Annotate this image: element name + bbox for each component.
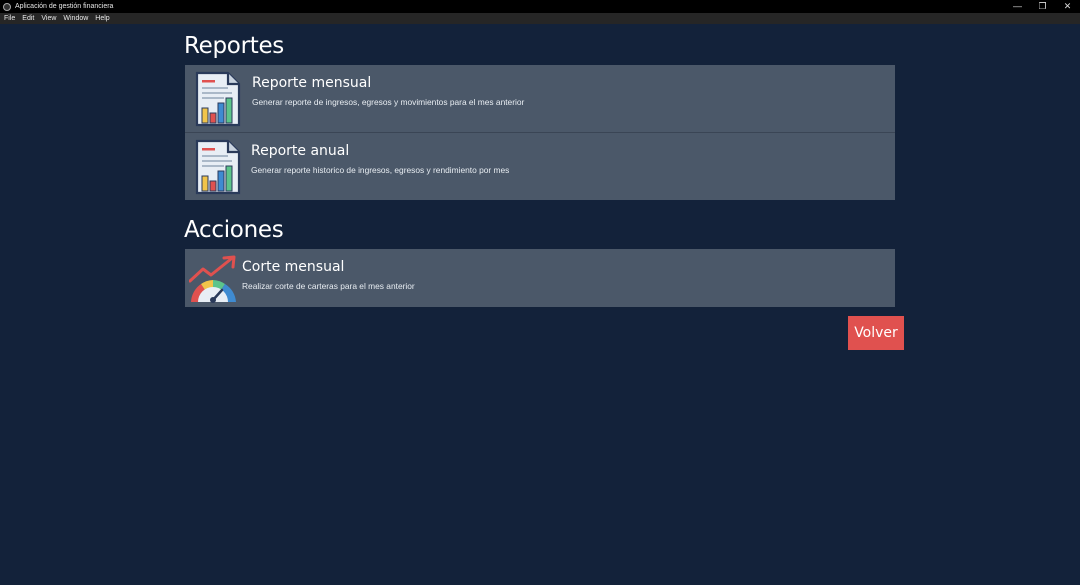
card-description: Generar reporte de ingresos, egresos y m… xyxy=(252,97,525,107)
report-document-icon xyxy=(195,139,241,195)
card-description: Realizar corte de carteras para el mes a… xyxy=(242,281,415,291)
reporte-mensual-card[interactable]: Reporte mensual Generar reporte de ingre… xyxy=(185,65,895,132)
acciones-heading: Acciones xyxy=(184,217,284,243)
menu-bar: File Edit View Window Help xyxy=(0,13,1080,24)
menu-edit[interactable]: Edit xyxy=(22,15,34,22)
minimize-button[interactable]: — xyxy=(1005,0,1030,13)
card-title: Corte mensual xyxy=(242,259,345,275)
window-controls: — ❐ ✕ xyxy=(1005,0,1080,13)
card-description: Generar reporte historico de ingresos, e… xyxy=(251,165,510,175)
restore-button[interactable]: ❐ xyxy=(1030,0,1055,13)
trend-gauge-icon xyxy=(189,255,236,303)
card-title: Reporte mensual xyxy=(252,75,372,91)
window-titlebar: Aplicación de gestión financiera — ❐ ✕ xyxy=(0,0,1080,13)
menu-view[interactable]: View xyxy=(41,15,56,22)
reportes-list: Reporte mensual Generar reporte de ingre… xyxy=(185,65,895,200)
acciones-list: Corte mensual Realizar corte de carteras… xyxy=(185,249,895,307)
app-icon xyxy=(3,2,11,11)
corte-mensual-card[interactable]: Corte mensual Realizar corte de carteras… xyxy=(185,249,895,307)
menu-window[interactable]: Window xyxy=(63,15,88,22)
card-title: Reporte anual xyxy=(251,143,350,159)
window-title: Aplicación de gestión financiera xyxy=(15,3,114,10)
volver-button[interactable]: Volver xyxy=(848,316,904,350)
report-document-icon xyxy=(195,71,241,127)
menu-file[interactable]: File xyxy=(4,15,15,22)
reportes-heading: Reportes xyxy=(184,33,284,59)
reporte-anual-card[interactable]: Reporte anual Generar reporte historico … xyxy=(185,132,895,200)
close-button[interactable]: ✕ xyxy=(1055,0,1080,13)
menu-help[interactable]: Help xyxy=(95,15,109,22)
